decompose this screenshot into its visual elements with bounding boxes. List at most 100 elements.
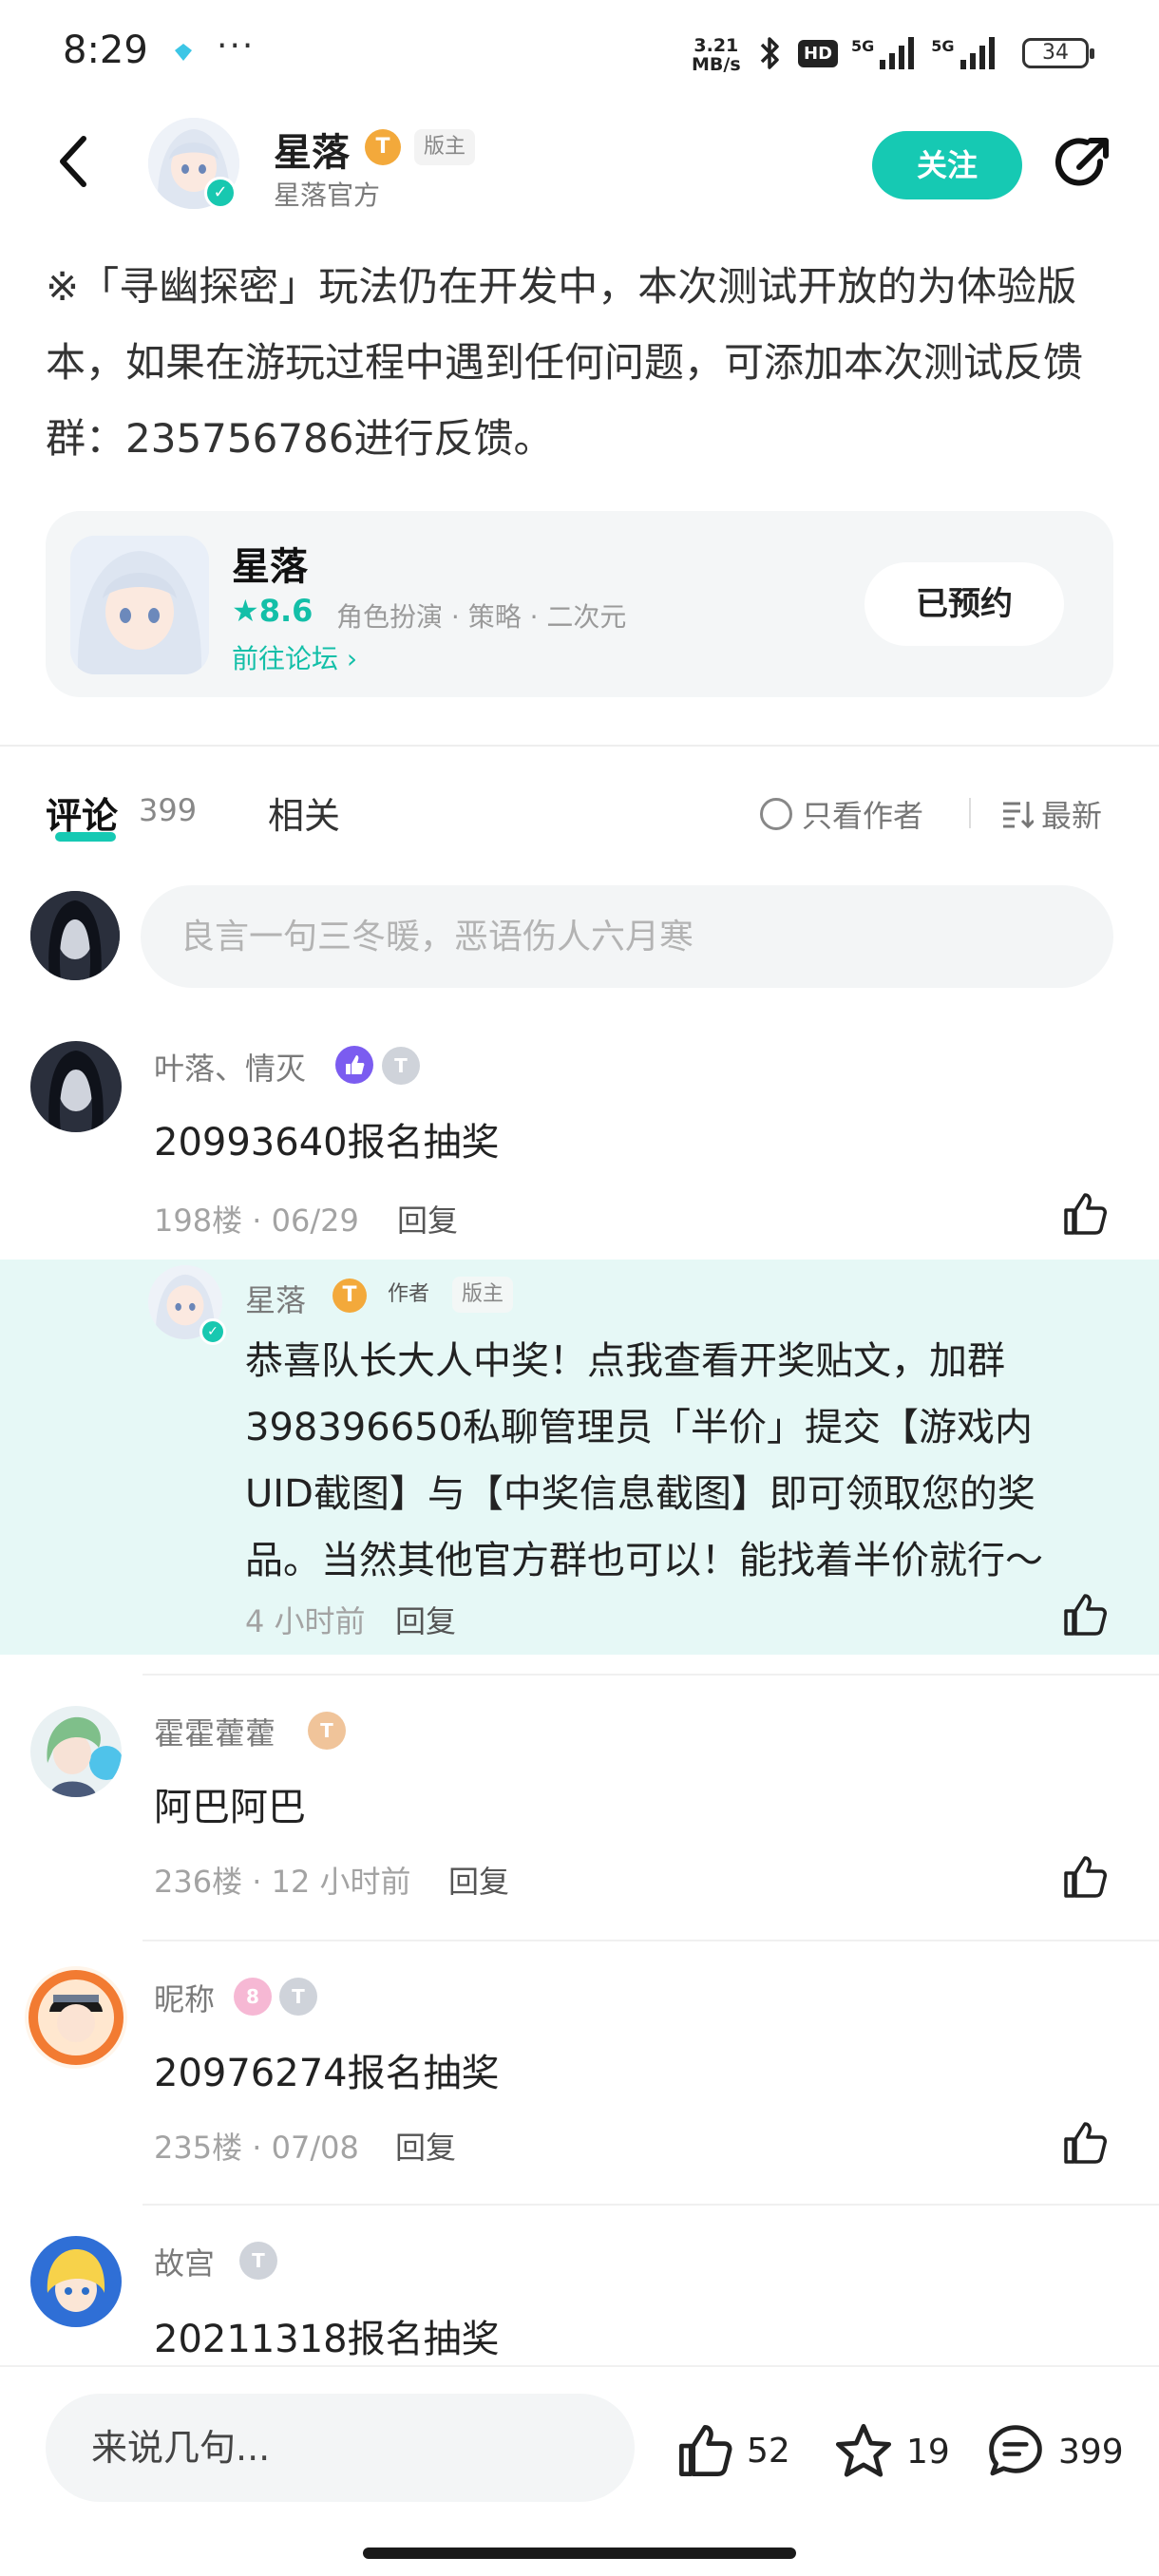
active-tab-indicator: [55, 832, 116, 842]
thumbs-up-badge-icon: [335, 1046, 373, 1084]
reply-button[interactable]: 回复: [448, 1858, 509, 1902]
sort-icon: [1003, 802, 1034, 829]
like-icon[interactable]: [1060, 1189, 1110, 1239]
comment-date: 12 小时前: [271, 1864, 411, 1900]
bluetooth-icon: [760, 37, 779, 69]
comment-text: 20976274报名抽奖: [154, 2052, 500, 2095]
game-name: 星落: [232, 545, 308, 589]
like-action[interactable]: 52: [674, 2420, 790, 2481]
status-bar: 8:29 ··· 3.21 MB/s HD 5G 5G 34: [0, 0, 1159, 104]
comment-floor: 198楼: [154, 1203, 243, 1239]
section-divider: [0, 745, 1159, 747]
reserved-button[interactable]: 已预约: [864, 562, 1064, 646]
author-only-toggle[interactable]: 只看作者: [760, 792, 923, 836]
home-indicator[interactable]: [363, 2548, 796, 2559]
signal-bars-icon: [880, 37, 915, 69]
green-hair-avatar-image: [30, 1706, 122, 1797]
sort-label: 最新: [1041, 798, 1103, 834]
author-subtitle: 星落官方: [274, 180, 381, 211]
hd-badge: HD: [798, 39, 839, 67]
author-name[interactable]: 星落: [274, 122, 350, 177]
moderator-tag: 版主: [452, 1277, 514, 1313]
reply-button[interactable]: 回复: [395, 1598, 456, 1641]
status-icons: HD 5G 5G: [756, 32, 998, 74]
commenter-avatar[interactable]: [30, 2236, 122, 2327]
game-card[interactable]: 星落 ★8.6 角色扮演 · 策略 · 二次元 前往论坛 › 已预约: [46, 511, 1113, 697]
commenter-name[interactable]: 故宫: [154, 2240, 215, 2283]
comment-separator: [142, 2204, 1159, 2206]
commenter-name[interactable]: 霍霍藿藿: [154, 1710, 276, 1753]
comment-bubble-icon: [989, 2425, 1042, 2476]
star-icon: ★: [232, 593, 259, 629]
post-body: ※「寻幽探密」玩法仍在开发中，本次测试开放的为体验版本，如果在游玩过程中遇到任何…: [46, 263, 1084, 462]
status-time: 8:29: [63, 28, 148, 72]
comment-separator: [142, 1674, 1159, 1676]
commenter-avatar[interactable]: [25, 1966, 127, 2069]
commenter-avatar[interactable]: [30, 1041, 122, 1132]
reply-button[interactable]: 回复: [397, 1197, 458, 1241]
like-icon[interactable]: [1060, 1852, 1110, 1902]
signal-bars-icon: [960, 37, 995, 69]
reply-button[interactable]: 回复: [395, 2124, 456, 2168]
commenter-avatar[interactable]: [30, 1706, 122, 1797]
game-rating-value: 8.6: [258, 593, 314, 629]
reply-text[interactable]: 恭喜队长大人中奖！点我查看开奖贴文，加群398396650私聊管理员「半价」提交…: [245, 1328, 1100, 1594]
favorite-action[interactable]: 19: [832, 2420, 950, 2483]
signal-icon-1: 5G: [851, 37, 918, 69]
chevron-right-icon: ›: [338, 643, 358, 674]
tab-comments[interactable]: 评论: [46, 786, 118, 839]
commenter-name[interactable]: 昵称: [154, 1976, 215, 2019]
share-icon[interactable]: [1051, 133, 1113, 196]
comment-date: 07/08: [271, 2130, 359, 2166]
comments-count: 399: [139, 792, 198, 828]
back-arrow-icon[interactable]: [53, 133, 95, 190]
bottom-comment-input[interactable]: [46, 2394, 635, 2502]
go-to-forum-link[interactable]: 前往论坛 ›: [232, 638, 357, 676]
verified-icon: ✓: [200, 1318, 226, 1345]
level-badge-icon: T: [279, 1978, 317, 2016]
badge-8-icon: 8: [234, 1978, 272, 2016]
like-count: 52: [747, 2431, 790, 2471]
game-icon[interactable]: [70, 536, 209, 674]
signal-icon-2: 5G: [931, 37, 998, 69]
comment-action[interactable]: 399: [984, 2420, 1124, 2483]
moderator-tag: 版主: [414, 129, 476, 165]
like-icon[interactable]: [1060, 1590, 1110, 1639]
like-icon[interactable]: [1060, 2118, 1110, 2168]
author-only-label: 只看作者: [802, 798, 924, 834]
favorite-count: 19: [906, 2432, 950, 2472]
forum-link-label: 前往论坛: [232, 643, 339, 674]
comment-meta: 235楼 · 07/08: [154, 2130, 359, 2166]
comment-date: 06/29: [271, 1203, 359, 1239]
net-speed: 3.21 MB/s: [692, 36, 741, 74]
app-notification-icon: [175, 44, 192, 61]
tab-related[interactable]: 相关: [268, 786, 340, 839]
comment-text: 20993640报名抽奖: [154, 1121, 500, 1165]
comment-count: 399: [1058, 2432, 1124, 2472]
reply-author-name[interactable]: 星落: [245, 1277, 306, 1320]
sort-toggle[interactable]: 最新: [1001, 792, 1102, 836]
verified-icon: ✓: [204, 177, 237, 209]
signal2-label: 5G: [931, 37, 955, 55]
commenter-name[interactable]: 叶落、情灭: [154, 1045, 306, 1089]
level-badge-icon: T: [332, 1279, 367, 1313]
game-cover-image: [70, 536, 209, 674]
signal1-label: 5G: [851, 37, 875, 55]
comment-input[interactable]: [141, 885, 1113, 988]
level-badge-icon: T: [239, 2242, 277, 2280]
tab-separator: [969, 798, 971, 828]
star-icon: [835, 2423, 892, 2477]
comment-separator: [142, 1940, 1159, 1941]
comment-meta: 236楼 · 12 小时前: [154, 1864, 411, 1900]
dark-hair-avatar-image: [30, 891, 120, 980]
comment-meta: 198楼 · 06/29: [154, 1203, 359, 1239]
festive-avatar-image: [25, 1966, 127, 2069]
radio-icon: [760, 798, 792, 830]
game-tags: 角色扮演 · 策略 · 二次元: [336, 601, 627, 633]
like-icon: [679, 2425, 732, 2476]
game-rating: ★8.6: [232, 593, 313, 629]
my-avatar: [30, 891, 120, 980]
dark-hair-avatar-image: [30, 1041, 122, 1132]
follow-button[interactable]: 关注: [872, 131, 1022, 199]
reply-time: 4 小时前: [245, 1603, 366, 1639]
